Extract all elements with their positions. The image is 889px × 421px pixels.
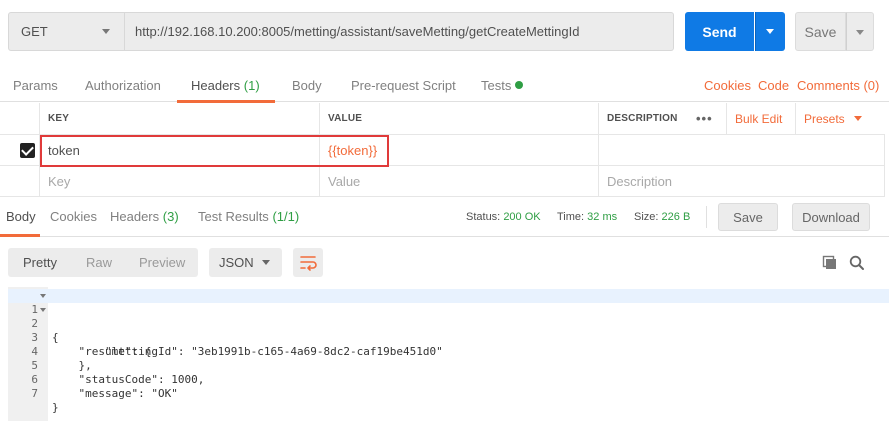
tab-params[interactable]: Params	[13, 70, 58, 102]
header-enabled-checkbox[interactable]	[20, 143, 35, 158]
code-line: 6 "message": "OK"	[8, 359, 889, 400]
code-line: 5 "statusCode": 1000,	[8, 345, 889, 386]
status-label: Status:	[466, 211, 501, 223]
tab-test-results-label: Test Results	[198, 209, 269, 224]
time-value: 32 ms	[587, 211, 618, 223]
new-key-input[interactable]: Key	[39, 166, 319, 196]
download-button[interactable]: Download	[792, 203, 870, 231]
method-select[interactable]: GET	[8, 12, 125, 51]
code-line: 4 },	[8, 331, 889, 372]
tab-test-results[interactable]: Test Results (1/1)	[198, 200, 299, 234]
tab-prerequest-script[interactable]: Pre-request Script	[351, 70, 456, 102]
code-line: 1 {	[8, 289, 889, 344]
tab-body[interactable]: Body	[292, 70, 322, 102]
response-body-editor[interactable]: 1 { 2 "result": { 3 "mettingId": "3eb199…	[8, 287, 889, 421]
tab-response-headers[interactable]: Headers (3)	[110, 200, 179, 234]
time-readout: Time: 32 ms	[557, 200, 617, 234]
fold-toggle-icon[interactable]	[40, 308, 46, 312]
tab-headers[interactable]: Headers (1)	[191, 70, 260, 102]
search-icon[interactable]	[849, 255, 865, 274]
comments-link[interactable]: Comments (0)	[797, 70, 879, 102]
annotation-highlight-box	[40, 135, 389, 167]
tab-tests-label: Tests	[481, 78, 512, 93]
url-value: http://192.168.10.200:8005/metting/assis…	[135, 24, 580, 39]
wrap-lines-button[interactable]	[293, 248, 323, 277]
chevron-down-icon	[853, 116, 862, 121]
size-readout: Size: 226 B	[634, 200, 690, 234]
new-value-input[interactable]: Value	[319, 166, 598, 196]
raw-button[interactable]: Raw	[86, 248, 112, 277]
view-mode-group: Pretty Raw Preview	[8, 248, 198, 277]
format-value: JSON	[219, 255, 254, 270]
size-label: Size:	[634, 211, 659, 223]
save-response-button[interactable]: Save	[718, 203, 778, 231]
cookies-link[interactable]: Cookies	[704, 70, 751, 102]
new-description-input[interactable]: Description	[598, 166, 885, 196]
size-value: 226 B	[661, 211, 691, 223]
tab-response-headers-label: Headers	[110, 209, 160, 224]
bulk-edit-link[interactable]: Bulk Edit	[726, 103, 794, 134]
presets-dropdown[interactable]: Presets	[795, 103, 875, 134]
code-text: }	[52, 401, 59, 414]
tab-authorization[interactable]: Authorization	[85, 70, 161, 102]
time-label: Time:	[557, 211, 585, 223]
status-readout: Status: 200 OK	[466, 200, 541, 234]
tab-response-headers-count: (3)	[162, 209, 179, 224]
tab-headers-label: Headers	[191, 78, 241, 93]
fold-toggle-icon[interactable]	[40, 294, 46, 298]
table-header-row: KEY VALUE DESCRIPTION ••• Bulk Edit Pres…	[0, 103, 885, 135]
tab-response-body[interactable]: Body	[6, 200, 36, 234]
column-header-description: DESCRIPTION	[598, 103, 688, 134]
presets-label: Presets	[804, 111, 845, 126]
table-row-new: Key Value Description	[0, 166, 885, 197]
column-header-key: KEY	[39, 103, 319, 134]
code-line: 7 }	[8, 373, 889, 414]
send-options-chevron-icon[interactable]	[755, 12, 785, 51]
save-button[interactable]: Save	[795, 12, 846, 51]
wrap-lines-icon	[300, 256, 317, 271]
copy-icon[interactable]	[822, 255, 838, 274]
code-link[interactable]: Code	[758, 70, 789, 102]
code-text: "message": "OK"	[52, 387, 178, 400]
column-header-value: VALUE	[319, 103, 598, 134]
pretty-button[interactable]: Pretty	[23, 248, 57, 277]
tab-headers-count: (1)	[243, 78, 260, 93]
format-select[interactable]: JSON	[209, 248, 282, 277]
chevron-down-icon	[102, 29, 110, 34]
send-button[interactable]: Send	[685, 12, 754, 51]
status-value: 200 OK	[503, 211, 541, 223]
line-number: 7	[31, 387, 38, 400]
save-options-chevron-icon[interactable]	[846, 12, 874, 51]
chevron-down-icon	[262, 260, 270, 265]
request-tabs: Params Authorization Headers (1) Body Pr…	[0, 70, 889, 102]
url-input[interactable]: http://192.168.10.200:8005/metting/assis…	[125, 12, 674, 51]
code-line: 2 "result": {	[8, 303, 889, 358]
active-response-tab-indicator	[0, 234, 40, 237]
preview-button[interactable]: Preview	[139, 248, 185, 277]
method-value: GET	[21, 24, 48, 39]
tab-test-results-count: (1/1)	[272, 209, 300, 224]
more-options-icon[interactable]: •••	[688, 103, 722, 134]
status-dot-icon	[515, 81, 524, 89]
divider	[706, 206, 707, 228]
code-line: 3 "mettingId": "3eb1991b-c165-4a69-8dc2-…	[8, 317, 889, 358]
tab-tests[interactable]: Tests	[481, 70, 524, 102]
header-description-cell[interactable]	[598, 135, 885, 165]
tab-response-cookies[interactable]: Cookies	[50, 200, 97, 234]
